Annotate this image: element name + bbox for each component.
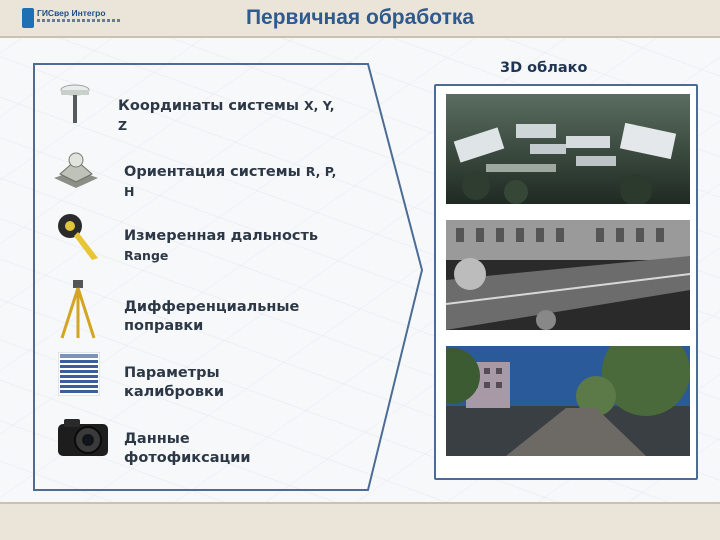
input-item-3-suffix: Range [124,248,169,263]
imu-unit-icon [50,146,102,192]
input-item-5-label: Параметры калибровки [124,365,225,400]
footer-bar [0,502,720,540]
camera-icon [56,414,110,458]
aerial-pointcloud-image [446,94,690,204]
calibration-table-icon [57,351,101,397]
input-item-1-text: Координаты системы [118,98,304,114]
output-panel [434,84,698,480]
input-item-6-label: Данные фотофиксации [124,431,251,466]
input-item-2-text: Ориентация системы [124,164,306,180]
gnss-antenna-icon [52,80,98,124]
input-item-1-label: Координаты системы X, Y, Z [118,96,346,136]
input-item-3-label: Измеренная дальность Range [124,227,354,266]
street-grayscale-pointcloud-image [446,220,690,330]
input-item-2-label: Ориентация системы R, P, H [124,162,348,202]
input-item-4-label: Дифференциальные поправки [124,299,300,334]
output-heading: 3D облако точек [500,60,588,82]
street-color-pointcloud-image [446,346,690,456]
tape-measure-icon [52,210,102,262]
tripod-icon [56,278,100,340]
input-item-3-text: Измеренная дальность [124,228,319,244]
